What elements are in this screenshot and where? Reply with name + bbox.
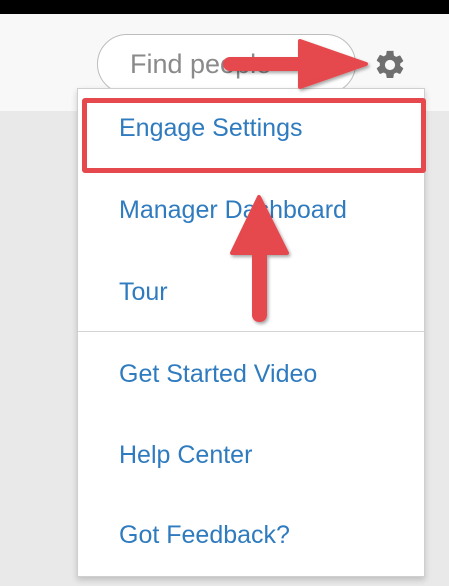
up-arrow-icon: [230, 195, 289, 322]
arrow-annotations: [223, 39, 368, 322]
right-arrow-icon: [223, 39, 368, 89]
